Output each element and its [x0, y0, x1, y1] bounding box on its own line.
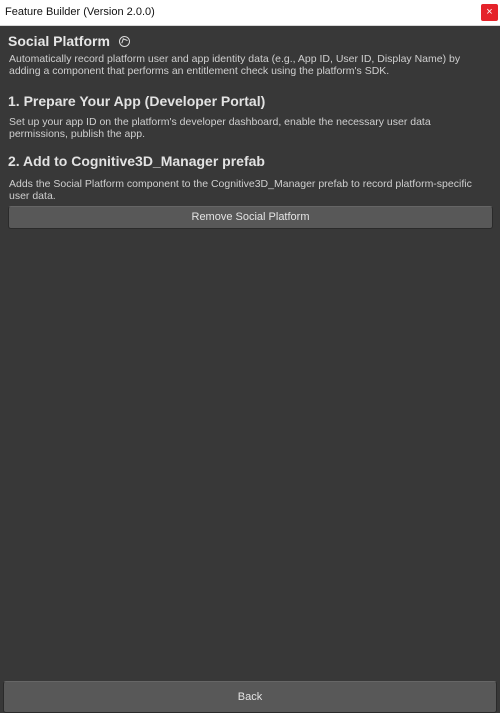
back-button[interactable]: Back — [3, 681, 497, 713]
section-heading-add-to-prefab: 2. Add to Cognitive3D_Manager prefab — [8, 153, 265, 169]
window-title: Feature Builder (Version 2.0.0) — [5, 6, 155, 18]
title-bar: Feature Builder (Version 2.0.0) × — [0, 0, 500, 26]
page-title-text: Social Platform — [8, 33, 110, 49]
help-circle-icon[interactable] — [118, 35, 130, 47]
page-title: Social Platform — [8, 33, 130, 49]
feature-description: Automatically record platform user and a… — [9, 53, 461, 77]
section-text-prepare-app: Set up your app ID on the platform's dev… — [9, 116, 431, 140]
feature-builder-window: Feature Builder (Version 2.0.0) × Social… — [0, 0, 500, 713]
remove-social-platform-button[interactable]: Remove Social Platform — [8, 206, 493, 229]
close-button[interactable]: × — [481, 4, 498, 21]
close-icon[interactable]: × — [486, 6, 492, 18]
section-heading-prepare-app: 1. Prepare Your App (Developer Portal) — [8, 93, 266, 109]
section-text-add-to-prefab: Adds the Social Platform component to th… — [9, 178, 472, 202]
